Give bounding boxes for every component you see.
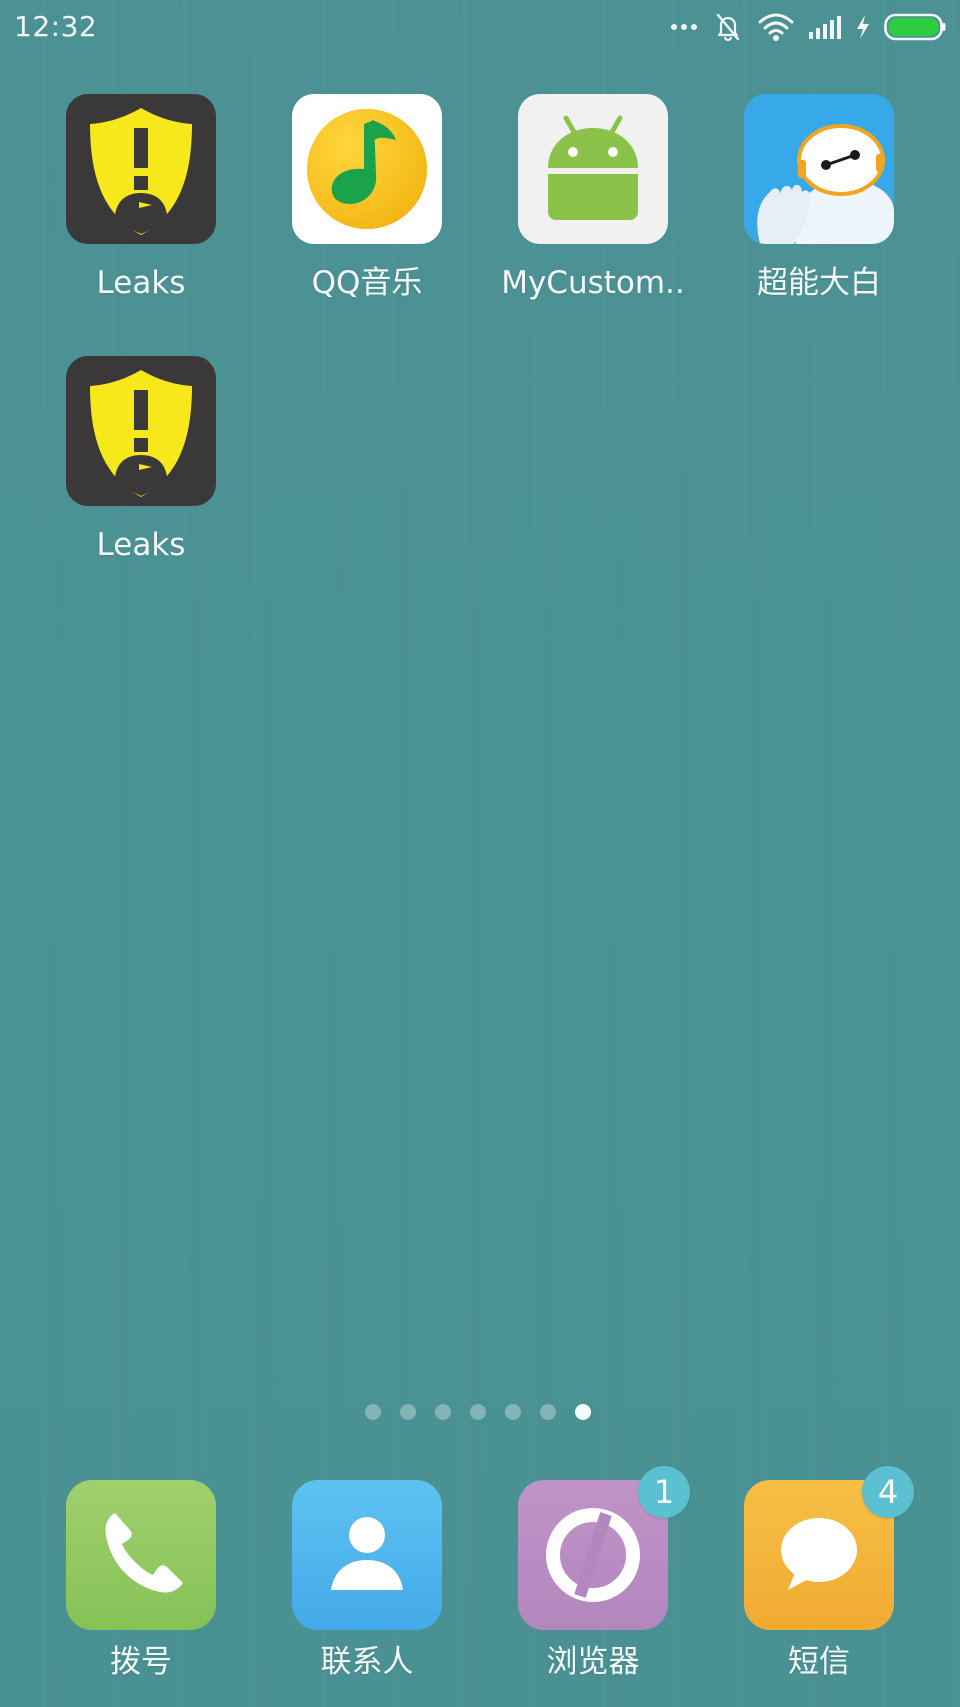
app-baymax[interactable]: 超能大白	[714, 94, 924, 314]
app-label: 联系人	[320, 1644, 414, 1680]
dock-app-phone[interactable]: 拨号	[36, 1480, 246, 1700]
notification-badge: 1	[638, 1466, 690, 1518]
charging-bolt-icon	[856, 14, 870, 40]
page-dot[interactable]	[435, 1404, 451, 1420]
dock-app-contacts[interactable]: 联系人	[262, 1480, 472, 1700]
more-dots-icon	[670, 22, 698, 32]
page-dot[interactable]	[365, 1404, 381, 1420]
baymax-icon	[744, 94, 894, 244]
app-label: 超能大白	[757, 265, 881, 301]
dock-app-browser[interactable]: 1 浏览器	[488, 1466, 698, 1700]
status-bar: 12:32	[0, 0, 960, 56]
page-dot[interactable]	[470, 1404, 486, 1420]
dock-app-messages[interactable]: 4 短信	[714, 1466, 924, 1700]
leaks-shield-icon	[66, 94, 216, 244]
app-label: Leaks	[96, 265, 186, 301]
app-label: QQ音乐	[311, 265, 423, 301]
android-robot-icon	[518, 94, 668, 244]
phone-icon	[66, 1480, 216, 1630]
app-label: 浏览器	[546, 1644, 640, 1680]
app-label: 拨号	[110, 1644, 172, 1680]
status-time: 12:32	[14, 10, 98, 43]
page-dots	[365, 1404, 591, 1420]
app-qq-music[interactable]: QQ音乐	[262, 94, 472, 314]
page-dot[interactable]	[400, 1404, 416, 1420]
app-leaks-2[interactable]: Leaks	[36, 356, 246, 576]
vibrate-off-icon	[712, 11, 744, 43]
status-icons	[670, 10, 946, 44]
leaks-shield-icon	[66, 356, 216, 506]
app-label: Leaks	[96, 527, 186, 563]
app-mycustom[interactable]: MyCustom..	[488, 94, 698, 314]
qq-music-icon	[292, 94, 442, 244]
page-indicator	[0, 1404, 960, 1424]
dock: 拨号 联系人 1 浏览器 4 短信	[0, 1466, 960, 1707]
app-label: MyCustom..	[501, 265, 685, 301]
app-leaks[interactable]: Leaks	[36, 94, 246, 314]
signal-icon	[808, 14, 842, 40]
page-dot[interactable]	[540, 1404, 556, 1420]
page-dot[interactable]	[505, 1404, 521, 1420]
contacts-icon	[292, 1480, 442, 1630]
wifi-icon	[758, 12, 794, 42]
battery-icon	[884, 13, 946, 41]
app-label: 短信	[788, 1644, 850, 1680]
page-dot-active[interactable]	[575, 1404, 591, 1420]
notification-badge: 4	[862, 1466, 914, 1518]
